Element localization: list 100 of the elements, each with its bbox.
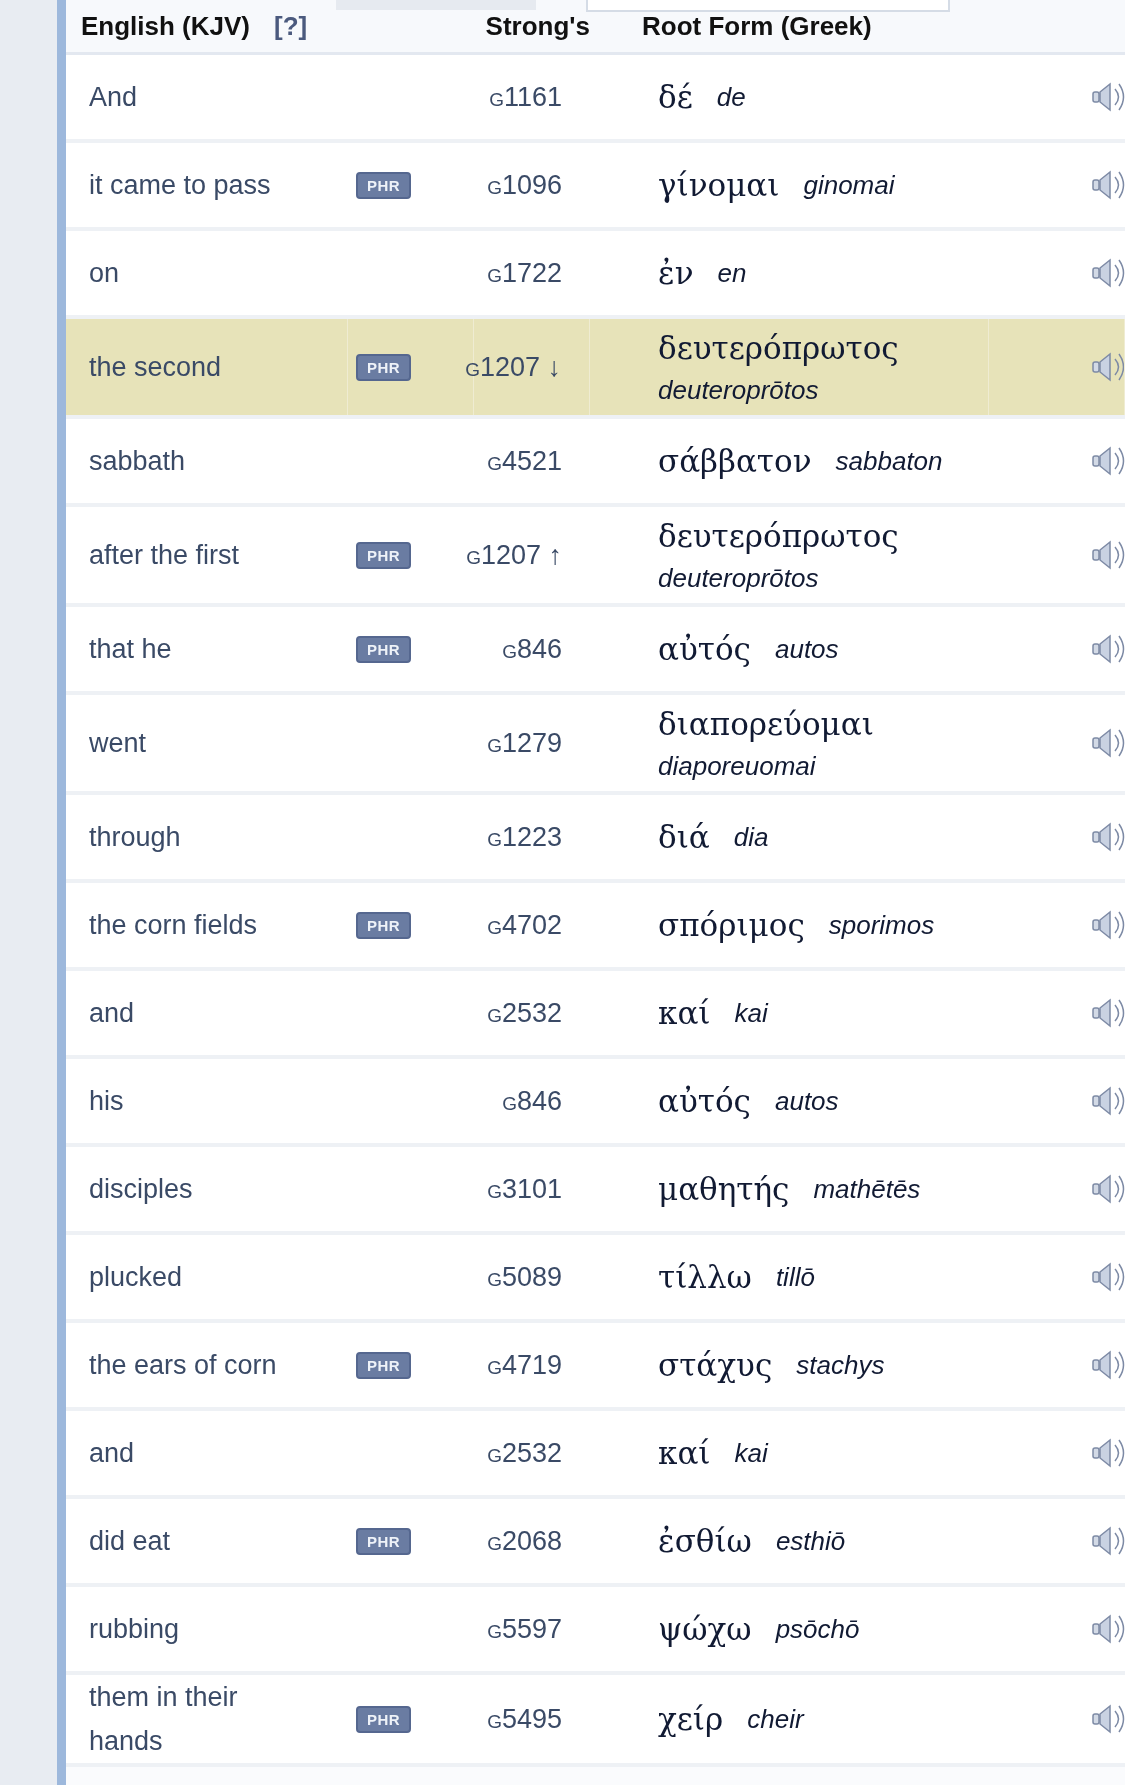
speaker-icon[interactable] xyxy=(1092,350,1124,384)
word-row[interactable]: plucked G5089 τίλλω tillō xyxy=(66,1235,1125,1323)
speaker-icon[interactable] xyxy=(1092,1612,1125,1646)
transliteration: dia xyxy=(733,821,769,854)
strongs-number[interactable]: G5089 xyxy=(487,1261,562,1293)
strongs-number[interactable]: G4719 xyxy=(487,1349,562,1381)
column-header: Strong's xyxy=(485,11,590,41)
strongs-number[interactable]: G4521 xyxy=(487,445,562,477)
phrase-badge: PHR xyxy=(356,635,412,663)
speaker-icon[interactable] xyxy=(1092,80,1125,114)
word-row[interactable]: sabbath G4521 σάββατον sabbaton xyxy=(66,419,1125,507)
speaker-icon[interactable] xyxy=(1092,444,1125,478)
speaker-icon[interactable] xyxy=(1092,1260,1125,1294)
transliteration: stachys xyxy=(796,1349,885,1382)
strongs-number[interactable]: G5495 xyxy=(487,1703,562,1735)
phrase-badge: PHR xyxy=(356,911,412,939)
english-word: them in their hands xyxy=(89,1681,239,1758)
greek-word: καί xyxy=(658,1434,711,1473)
greek-word: δευτερόπρωτος xyxy=(658,329,899,368)
transliteration: diaporeuomai xyxy=(658,750,816,783)
speaker-icon[interactable] xyxy=(1092,820,1125,854)
strongs-number[interactable]: G1207 ↓ xyxy=(465,351,561,383)
english-word: and xyxy=(89,997,136,1030)
strongs-number[interactable]: G1096 xyxy=(487,169,562,201)
speaker-icon[interactable] xyxy=(1092,1172,1125,1206)
transliteration: deuteroprōtos xyxy=(658,562,819,595)
word-row[interactable]: the ears of corn PHR G4719 στάχυς stachys xyxy=(66,1323,1125,1411)
transliteration: psōchō xyxy=(775,1613,860,1646)
strongs-number[interactable]: G4702 xyxy=(487,909,562,941)
transliteration: tillō xyxy=(775,1261,815,1294)
word-row[interactable]: went G1279 διαπορεύομαι diaporeuomai xyxy=(66,695,1125,795)
word-row[interactable]: rubbing G5597 ψώχω psōchō xyxy=(66,1587,1125,1675)
strongs-number[interactable]: G846 xyxy=(502,633,562,665)
greek-word: ἐσθίω xyxy=(658,1522,752,1561)
english-word: did eat xyxy=(89,1525,172,1558)
strongs-number[interactable]: G1722 xyxy=(487,257,562,289)
greek-word: σάββατον xyxy=(658,442,812,481)
transliteration: cheir xyxy=(747,1703,804,1736)
greek-word: διαπορεύομαι xyxy=(658,705,874,744)
english-word: disciples xyxy=(89,1173,194,1206)
strongs-number[interactable]: G1207 ↑ xyxy=(466,539,562,571)
transliteration: kai xyxy=(734,997,768,1030)
greek-word: χείρ xyxy=(658,1700,724,1739)
greek-word: μαθητής xyxy=(658,1170,790,1209)
transliteration: kai xyxy=(734,1437,768,1470)
speaker-icon[interactable] xyxy=(1092,632,1125,666)
greek-word: γίνομαι xyxy=(658,166,780,205)
word-row[interactable]: after the first PHR G1207 ↑ δευτερόπρωτος deuteroprōtos xyxy=(66,507,1125,607)
word-row[interactable]: and G2532 καί kai xyxy=(66,1411,1125,1499)
word-row[interactable]: them in their hands PHR G5495 χείρ cheir xyxy=(66,1675,1125,1767)
word-row[interactable]: and G2532 καί kai xyxy=(66,971,1125,1059)
word-row[interactable]: the corn fields PHR G4702 σπόριμος sporimos xyxy=(66,883,1125,971)
speaker-icon[interactable] xyxy=(1092,908,1125,942)
greek-word: σπόριμος xyxy=(658,906,805,945)
strongs-number[interactable]: G5597 xyxy=(487,1613,562,1645)
strongs-number[interactable]: G1161 xyxy=(489,81,562,113)
english-word: on xyxy=(89,257,121,290)
transliteration: autos xyxy=(774,633,839,666)
word-row[interactable]: the second PHR G1207 ↓ δευτερόπρωτος deuteroprōtos xyxy=(66,319,1125,419)
strongs-number[interactable]: G3101 xyxy=(487,1173,562,1205)
speaker-icon[interactable] xyxy=(1092,1524,1125,1558)
english-word: the second xyxy=(89,351,223,384)
strongs-number[interactable]: G1279 xyxy=(487,727,562,759)
greek-word: ἐν xyxy=(658,254,694,293)
speaker-icon[interactable] xyxy=(1092,1436,1125,1470)
transliteration: sabbaton xyxy=(835,445,943,478)
strongs-number[interactable]: G846 xyxy=(502,1085,562,1117)
help-link[interactable]: [?] xyxy=(274,11,308,42)
phrase-badge: PHR xyxy=(356,171,412,199)
speaker-icon[interactable] xyxy=(1092,1348,1125,1382)
strongs-number[interactable]: G2068 xyxy=(487,1525,562,1557)
speaker-icon[interactable] xyxy=(1092,726,1125,760)
speaker-icon[interactable] xyxy=(1092,538,1125,572)
transliteration: deuteroprōtos xyxy=(658,374,819,407)
strongs-number[interactable]: G2532 xyxy=(487,1437,562,1469)
english-word: plucked xyxy=(89,1261,184,1294)
english-word: sabbath xyxy=(89,445,187,478)
english-word: rubbing xyxy=(89,1613,181,1646)
word-row[interactable]: it came to pass PHR G1096 γίνομαι ginomai xyxy=(66,143,1125,231)
strongs-number[interactable]: G1223 xyxy=(487,821,562,853)
transliteration: mathētēs xyxy=(813,1173,921,1206)
speaker-icon[interactable] xyxy=(1092,996,1125,1030)
transliteration: esthiō xyxy=(775,1525,846,1558)
word-row[interactable]: through G1223 διά dia xyxy=(66,795,1125,883)
greek-word: τίλλω xyxy=(658,1258,752,1297)
speaker-icon[interactable] xyxy=(1092,168,1125,202)
strongs-number[interactable]: G2532 xyxy=(487,997,562,1029)
word-row[interactable]: on G1722 ἐν en xyxy=(66,231,1125,319)
word-row[interactable]: did eat PHR G2068 ἐσθίω esthiō xyxy=(66,1499,1125,1587)
speaker-icon[interactable] xyxy=(1092,256,1125,290)
speaker-icon[interactable] xyxy=(1092,1702,1125,1736)
word-row[interactable]: that he PHR G846 αὐτός autos xyxy=(66,607,1125,695)
word-row[interactable]: his G846 αὐτός autos xyxy=(66,1059,1125,1147)
word-row[interactable]: And G1161 δέ de xyxy=(66,55,1125,143)
english-word: the ears of corn xyxy=(89,1349,278,1382)
greek-word: αὐτός xyxy=(658,630,751,669)
english-word: and xyxy=(89,1437,136,1470)
word-row[interactable]: disciples G3101 μαθητής mathētēs xyxy=(66,1147,1125,1235)
speaker-icon[interactable] xyxy=(1092,1084,1125,1118)
greek-word: ψώχω xyxy=(658,1610,752,1649)
